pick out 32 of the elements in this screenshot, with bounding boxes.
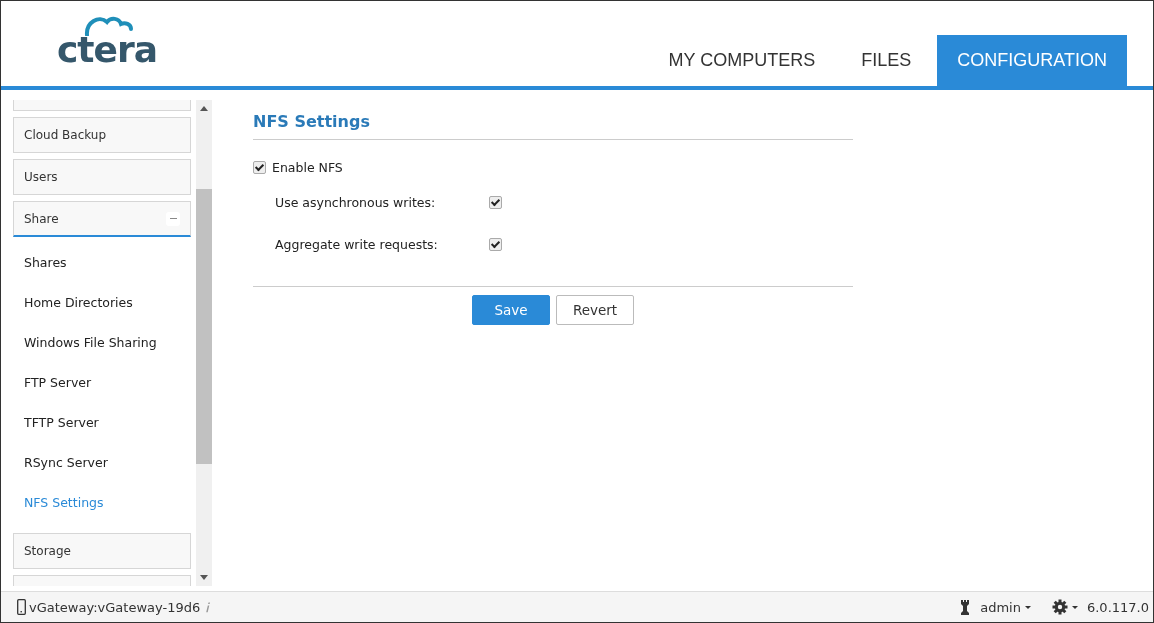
revert-button[interactable]: Revert — [556, 295, 634, 325]
sidebar-link[interactable]: RSync Server — [1, 453, 196, 493]
user-icon — [959, 599, 972, 615]
sidebar-item[interactable]: Storage — [13, 533, 191, 569]
nav-tab[interactable]: MY COMPUTERS — [648, 35, 836, 86]
checkbox[interactable] — [489, 196, 502, 209]
sidebar-link[interactable]: Shares — [1, 253, 196, 293]
checkbox-label: Enable NFS — [272, 160, 343, 175]
scrollbar[interactable] — [196, 100, 212, 586]
checkbox[interactable] — [253, 161, 266, 174]
sidebar-link[interactable]: TFTP Server — [1, 413, 196, 453]
version-label: 6.0.117.0 — [1086, 599, 1149, 615]
save-button[interactable]: Save — [472, 295, 550, 325]
option-label: Aggregate write requests: — [275, 237, 439, 252]
user-menu[interactable]: admin — [974, 599, 1037, 615]
sidebar-item[interactable]: Share — [13, 201, 191, 237]
sidebar-link[interactable]: Home Directories — [1, 293, 196, 333]
device-name: vGateway:vGateway-19d6 — [29, 599, 201, 615]
checkbox[interactable] — [489, 238, 502, 251]
sidebar-item[interactable]: Cloud Backup — [13, 117, 191, 153]
sidebar-item[interactable]: Users — [13, 159, 191, 195]
nav-tab[interactable]: CONFIGURATION — [937, 35, 1127, 86]
nav-tab[interactable]: FILES — [841, 35, 932, 86]
device-icon — [17, 599, 26, 615]
info-icon[interactable] — [205, 601, 212, 613]
option-label: Use asynchronous writes: — [275, 195, 437, 210]
logo: ctera — [57, 14, 157, 70]
sidebar-link[interactable]: Windows File Sharing — [1, 333, 196, 373]
collapse-icon[interactable] — [166, 211, 180, 226]
sidebar-link[interactable]: FTP Server — [1, 373, 196, 413]
section-title: NFS Settings — [253, 112, 853, 140]
sidebar-link[interactable]: NFS Settings — [1, 493, 196, 533]
